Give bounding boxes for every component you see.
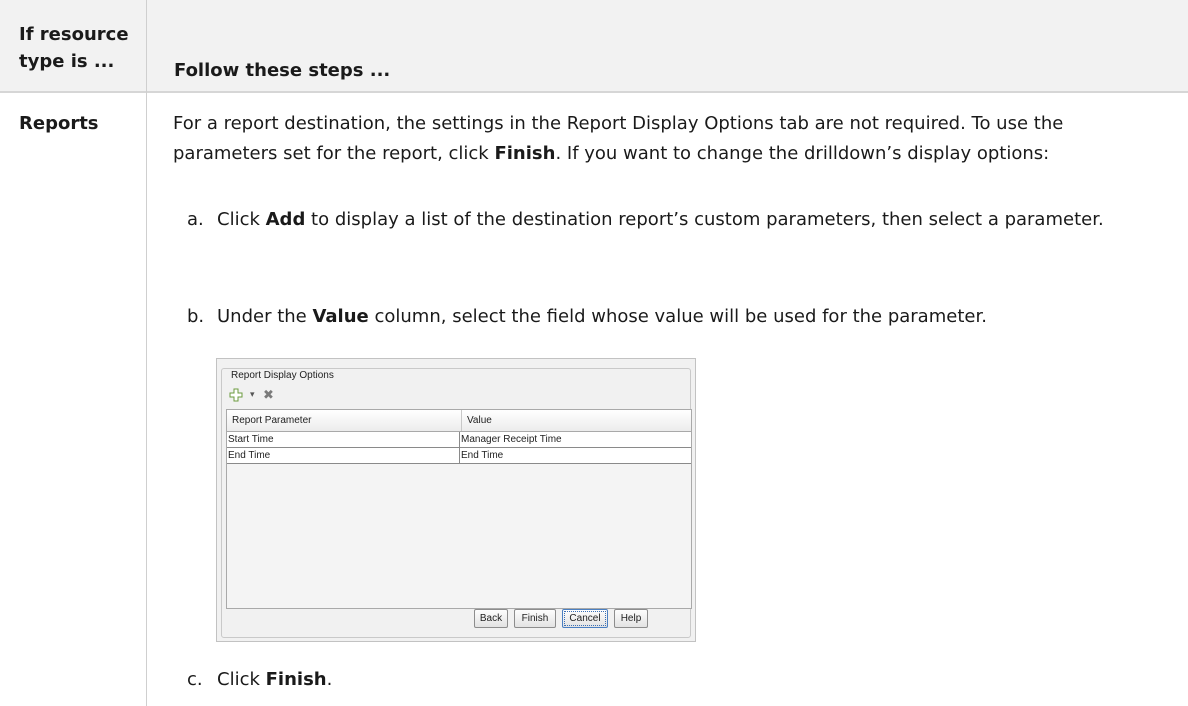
column-report-parameter[interactable]: Report Parameter bbox=[232, 415, 311, 426]
step-marker: b. bbox=[187, 306, 205, 327]
dialog-toolbar: ▾ ✖ bbox=[227, 387, 307, 405]
parameters-table: Report Parameter Value Start Time Manage… bbox=[226, 409, 692, 609]
report-display-options-group: Report Display Options ▾ ✖ Report Parame… bbox=[221, 368, 692, 638]
x-delete-icon[interactable]: ✖ bbox=[263, 388, 274, 402]
step-text: Click Add to display a list of the desti… bbox=[217, 209, 1104, 230]
back-button[interactable]: Back bbox=[474, 609, 508, 628]
step-bold: Value bbox=[312, 306, 369, 327]
value-cell[interactable]: Manager Receipt Time bbox=[461, 434, 562, 445]
table-header: Report Parameter Value bbox=[227, 410, 691, 432]
step-marker: a. bbox=[187, 209, 204, 230]
step-marker: c. bbox=[187, 669, 203, 690]
plus-icon[interactable] bbox=[229, 388, 243, 402]
header-steps: Follow these steps ... bbox=[174, 60, 391, 81]
step-text: Under the Value column, select the field… bbox=[217, 306, 987, 327]
cancel-button[interactable]: Cancel bbox=[562, 609, 608, 628]
table-row[interactable]: Start Time Manager Receipt Time bbox=[227, 432, 691, 448]
value-cell[interactable]: End Time bbox=[461, 450, 503, 461]
group-title: Report Display Options bbox=[228, 370, 337, 382]
step-text: Click Finish. bbox=[217, 669, 333, 690]
steps-table: If resource type is ... Follow these ste… bbox=[0, 0, 1188, 706]
column-divider bbox=[146, 0, 147, 706]
report-display-options-dialog: Report Display Options ▾ ✖ Report Parame… bbox=[216, 358, 696, 642]
table-row[interactable]: End Time End Time bbox=[227, 448, 691, 464]
help-button[interactable]: Help bbox=[614, 609, 648, 628]
parameter-cell[interactable]: End Time bbox=[228, 450, 270, 461]
parameter-cell[interactable]: Start Time bbox=[228, 434, 274, 445]
step-bold: Add bbox=[265, 209, 306, 230]
finish-button[interactable]: Finish bbox=[514, 609, 556, 628]
intro-paragraph: For a report destination, the settings i… bbox=[173, 109, 1173, 169]
column-value[interactable]: Value bbox=[467, 415, 492, 426]
intro-finish-bold: Finish bbox=[494, 143, 556, 164]
step-bold: Finish bbox=[265, 669, 327, 690]
resource-type-cell: Reports bbox=[19, 113, 99, 134]
header-resource-type: If resource type is ... bbox=[19, 24, 129, 72]
intro-text-end: . If you want to change the drilldown’s … bbox=[555, 143, 1050, 164]
caret-down-icon[interactable]: ▾ bbox=[250, 389, 255, 400]
